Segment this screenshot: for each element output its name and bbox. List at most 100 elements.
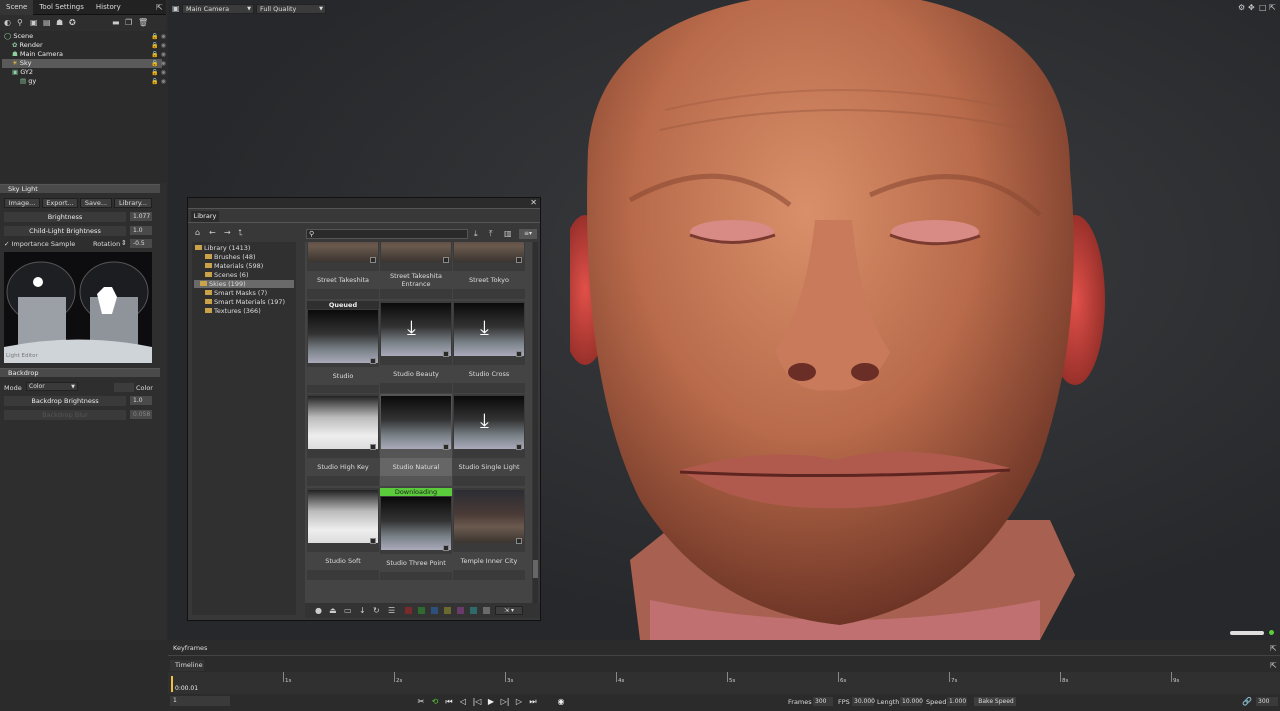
library-folder-item[interactable]: Materials (598): [205, 262, 263, 270]
library-folder-item[interactable]: Library (1413): [195, 244, 250, 252]
backdrop-header[interactable]: Backdrop: [0, 368, 160, 377]
download-icon[interactable]: ⤓: [480, 410, 489, 430]
item-checkbox[interactable]: [516, 444, 522, 450]
download-icon[interactable]: ↓: [359, 607, 367, 615]
thumbnail-size-button[interactable]: ⇲ ▾: [495, 606, 523, 615]
item-checkbox[interactable]: [370, 538, 376, 544]
add-object-icon[interactable]: ◐: [4, 19, 12, 27]
refresh-icon[interactable]: ↻: [373, 607, 381, 615]
item-checkbox[interactable]: [443, 351, 449, 357]
prev-frame-icon[interactable]: |◁: [472, 697, 482, 707]
playhead[interactable]: [171, 676, 173, 692]
library-folder-item[interactable]: Textures (366): [205, 307, 261, 315]
color-filter-swatch[interactable]: [457, 607, 464, 614]
library-tab[interactable]: Library: [191, 211, 219, 222]
lock-visibility-icon[interactable]: 🔒 ◉: [151, 59, 166, 68]
color-filter-swatch[interactable]: [418, 607, 425, 614]
color-swatch[interactable]: [114, 383, 134, 392]
scene-tree-item[interactable]: ▤ gy 🔒 ◉: [2, 77, 166, 86]
view-options-button[interactable]: ≡▾: [519, 229, 537, 239]
bake-speed-button[interactable]: Bake Speed: [974, 697, 1016, 706]
popout-icon[interactable]: ⇱: [1270, 662, 1278, 670]
quality-select[interactable]: Full Quality ▼: [256, 4, 326, 14]
delete-icon[interactable]: ▥: [504, 230, 512, 238]
end-frame-value[interactable]: 300: [1256, 697, 1278, 706]
library-item[interactable]: Studio High Key: [307, 394, 379, 486]
search-input[interactable]: ⚲: [306, 229, 468, 239]
duplicate-icon[interactable]: ❐: [125, 19, 133, 27]
backdrop-brightness-value[interactable]: 1.0: [130, 396, 152, 405]
library-titlebar[interactable]: ✕: [188, 198, 540, 209]
importance-sample-checkbox[interactable]: ✓ Importance Sample: [4, 240, 75, 248]
scene-tree-item[interactable]: ✿ Render 🔒 ◉: [2, 41, 166, 50]
download-icon[interactable]: ⤓: [407, 317, 416, 337]
delete-icon[interactable]: 🗑: [138, 19, 148, 27]
brightness-slider[interactable]: Brightness: [4, 212, 126, 222]
upload-icon[interactable]: ⏏: [329, 607, 337, 615]
backdrop-blur-value[interactable]: 0.058: [130, 410, 152, 419]
sphere-icon[interactable]: ●: [315, 607, 323, 615]
item-checkbox[interactable]: [370, 444, 376, 450]
back-icon[interactable]: ←: [209, 229, 217, 237]
skip-start-icon[interactable]: ⏮: [444, 697, 454, 707]
viewport-menu-icon[interactable]: ▣: [172, 5, 180, 13]
grid-scrollbar-thumb[interactable]: [533, 560, 538, 578]
library-folder-item[interactable]: Brushes (48): [205, 253, 256, 261]
library-item[interactable]: Temple Inner City: [453, 488, 525, 580]
frame-field[interactable]: 1: [170, 696, 230, 706]
add-camera-icon[interactable]: ▣: [30, 19, 38, 27]
close-icon[interactable]: ✕: [530, 198, 537, 207]
tab-tool-settings[interactable]: Tool Settings: [33, 0, 90, 15]
add-sky-icon[interactable]: ☗: [56, 19, 64, 27]
scene-tree-item[interactable]: ☗ Main Camera 🔒 ◉: [2, 50, 166, 59]
color-filter-swatch[interactable]: [483, 607, 490, 614]
loop-icon[interactable]: ⟲: [430, 697, 440, 707]
prev-key-icon[interactable]: ◁: [458, 697, 468, 707]
item-checkbox[interactable]: [516, 257, 522, 263]
download-icon[interactable]: ⤓: [480, 317, 489, 337]
color-filter-swatch[interactable]: [470, 607, 477, 614]
frames-value[interactable]: 300: [813, 697, 833, 706]
list-icon[interactable]: ☰: [388, 607, 396, 615]
library-item[interactable]: Studio Soft: [307, 488, 379, 580]
library-item[interactable]: ⤓ Studio Beauty: [380, 301, 452, 393]
item-checkbox[interactable]: [516, 351, 522, 357]
next-key-icon[interactable]: ▷: [514, 697, 524, 707]
brightness-value[interactable]: 1.077: [130, 212, 152, 221]
play-icon[interactable]: ▶: [486, 697, 496, 707]
scissors-icon[interactable]: ✂: [416, 697, 426, 707]
maximize-icon[interactable]: □: [1259, 4, 1267, 12]
import-icon[interactable]: ⤓: [474, 230, 482, 238]
popout-icon[interactable]: ⇱: [156, 4, 164, 12]
forward-icon[interactable]: →: [224, 229, 232, 237]
add-light-icon[interactable]: ⚲: [17, 19, 25, 27]
record-icon[interactable]: ◉: [556, 697, 566, 707]
skip-end-icon[interactable]: ⏭: [528, 697, 538, 707]
item-checkbox[interactable]: [370, 358, 376, 364]
scene-tree-item[interactable]: ◯ Scene 🔒 ◉: [2, 32, 166, 41]
timeline-track[interactable]: 1s 2s 3s 4s 5s 6s 7s 8s 9s 0:00.01: [168, 672, 1280, 694]
move-icon[interactable]: ✥: [1248, 4, 1256, 12]
item-checkbox[interactable]: [443, 257, 449, 263]
folder-icon[interactable]: ▬: [112, 19, 120, 27]
lock-visibility-icon[interactable]: 🔒 ◉: [151, 32, 166, 41]
library-button[interactable]: Library...: [114, 198, 152, 208]
library-item[interactable]: Queued Studio: [307, 301, 379, 393]
add-shader-icon[interactable]: ✪: [69, 19, 77, 27]
export-icon[interactable]: ⤒: [489, 230, 497, 238]
grid-scrollbar[interactable]: [533, 242, 538, 615]
scene-tree-item[interactable]: ▣ GY2 🔒 ◉: [2, 68, 166, 77]
color-filter-swatch[interactable]: [444, 607, 451, 614]
item-checkbox[interactable]: [516, 538, 522, 544]
up-icon[interactable]: ⮤: [238, 229, 246, 237]
library-item[interactable]: Street Takeshita: [307, 242, 379, 299]
backdrop-brightness-slider[interactable]: Backdrop Brightness: [4, 396, 126, 406]
tab-scene[interactable]: Scene: [0, 0, 34, 15]
library-folder-item[interactable]: Smart Masks (7): [205, 289, 267, 297]
rotation-value[interactable]: -0.5: [130, 239, 152, 248]
item-checkbox[interactable]: [370, 257, 376, 263]
child-light-slider[interactable]: Child-Light Brightness: [4, 226, 126, 236]
home-icon[interactable]: ⌂: [195, 229, 203, 237]
lock-visibility-icon[interactable]: 🔒 ◉: [151, 68, 166, 77]
timeline-tab[interactable]: Timeline: [170, 660, 204, 671]
